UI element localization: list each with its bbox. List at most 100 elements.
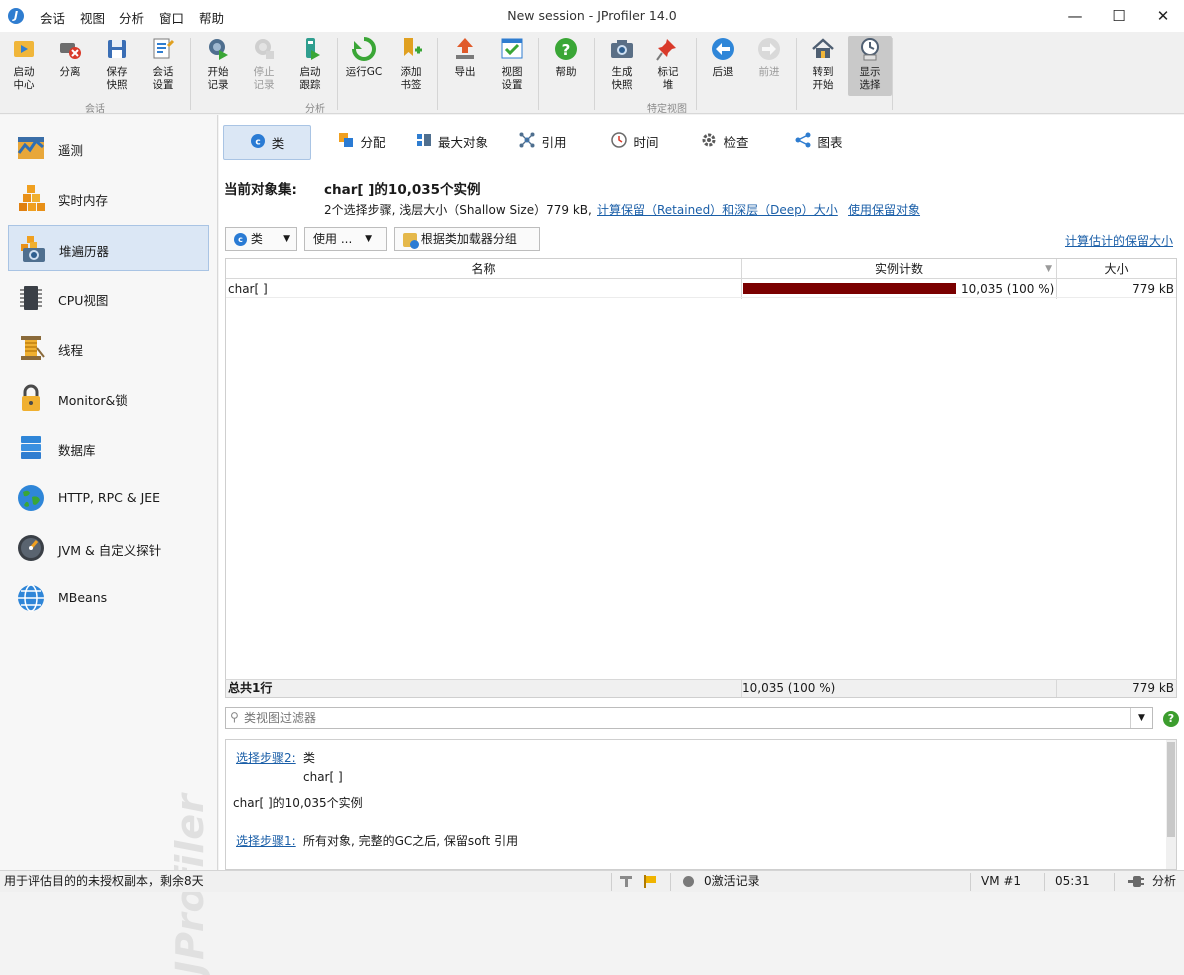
group-by-classloader-button[interactable]: 根据类加载器分组	[394, 227, 540, 251]
toolbar-button-help[interactable]: ? 帮助	[544, 36, 588, 79]
live-memory-icon	[16, 183, 46, 213]
mode-indicator[interactable]: 分析	[1152, 871, 1176, 892]
sidebar-item-live-memory[interactable]: 实时内存	[8, 175, 209, 221]
tab-label: 类	[271, 136, 285, 151]
toolbar-button-session-settings[interactable]: 会话 设置	[141, 36, 185, 92]
tab-allocation[interactable]: 分配	[322, 125, 402, 160]
compute-retained-link[interactable]: 计算保留（Retained）和深层（Deep）大小	[597, 201, 838, 218]
sidebar-item-label: CPU视图	[58, 293, 109, 308]
minimize-button[interactable]: —	[1052, 0, 1098, 32]
table-row[interactable]: char[ ] 10,035 (100 %) 779 kB	[226, 280, 1176, 298]
toolbar-button-stop-recording[interactable]: 停止 记录	[242, 36, 286, 92]
sidebar-item-gauge[interactable]: JVM & 自定义探针	[8, 525, 209, 571]
cpu-icon	[16, 283, 46, 313]
chevron-down-icon: ▼	[283, 234, 290, 244]
sidebar-item-label: 堆遍历器	[59, 244, 110, 259]
toolbar-button-forward[interactable]: 前进	[747, 36, 791, 79]
filter-dropdown-button[interactable]: ▼	[1130, 708, 1152, 728]
selection-steps-panel: 选择步骤2: 类 char[ ] char[ ]的10,035个实例 选择步骤1…	[225, 739, 1177, 870]
toolbar-separator	[892, 38, 893, 110]
tab-graph[interactable]: 图表	[779, 125, 859, 160]
home-icon	[810, 36, 836, 62]
toolbar-button-show-selection[interactable]: 显示 选择	[848, 36, 892, 96]
sidebar-item-telemetry[interactable]: 遥测	[8, 125, 209, 171]
class-table: 名称 实例计数 ▼ 大小 char[ ] 10,035 (100 %) 779 …	[225, 258, 1177, 698]
run-gc-icon	[351, 36, 377, 62]
help-icon[interactable]: ?	[1163, 711, 1179, 727]
tab-time[interactable]: 时间	[593, 125, 677, 160]
stop-recording-icon	[251, 36, 277, 62]
biggest-objects-icon	[416, 126, 432, 161]
status-separator	[970, 873, 971, 891]
steps-scrollbar-thumb[interactable]	[1167, 742, 1175, 837]
sidebar-item-cpu[interactable]: CPU视图	[8, 275, 209, 321]
total-label: 总共1行	[228, 681, 273, 695]
inspection-icon	[701, 126, 717, 161]
forward-icon	[756, 36, 782, 62]
license-text: 用于评估目的的未授权副本，剩余8天	[4, 874, 204, 888]
toolbar-button-view-settings[interactable]: 视图 设置	[490, 36, 534, 92]
column-header-size[interactable]: 大小	[1057, 259, 1176, 279]
use-retained-objects-link[interactable]: 使用保留对象	[848, 201, 920, 218]
sidebar-item-globe[interactable]: HTTP, RPC & JEE	[8, 475, 209, 521]
selection-step-1-link[interactable]: 选择步骤1:	[236, 832, 296, 849]
toolbar-button-save-snapshot[interactable]: 保存 快照	[95, 36, 139, 92]
toolbar-button-label: 后退	[712, 66, 734, 78]
calc-estimated-retained-link[interactable]: 计算估计的保留大小	[1065, 232, 1173, 249]
sidebar-item-mbeans-globe[interactable]: MBeans	[8, 575, 209, 621]
toolbar-button-pin[interactable]: 标记 堆	[646, 36, 690, 92]
toolbar-button-home[interactable]: 转到 开始	[801, 36, 845, 92]
tab-inspection[interactable]: 检查	[685, 125, 765, 160]
selection-step-2-link[interactable]: 选择步骤2:	[236, 749, 296, 766]
object-set-label: 当前对象集:	[224, 182, 297, 198]
toolbar-button-camera[interactable]: 生成 快照	[600, 36, 644, 92]
sidebar-item-database[interactable]: 数据库	[8, 425, 209, 471]
session-time: 05:31	[1055, 874, 1090, 888]
classloader-icon	[403, 232, 419, 249]
toolbar-button-start-recording[interactable]: 开始 记录	[196, 36, 240, 92]
status-separator	[1114, 873, 1115, 891]
database-icon	[16, 433, 46, 463]
flag-icon[interactable]	[643, 875, 657, 888]
column-header-count[interactable]: 实例计数 ▼	[742, 259, 1056, 279]
toolbar-button-detach[interactable]: 分离	[48, 36, 92, 79]
class-filter-box: ⚲ ▼	[225, 707, 1153, 729]
use-dropdown[interactable]: 使用 ... ▼	[304, 227, 387, 251]
mbeans-globe-icon	[16, 583, 46, 613]
window-title: New session - JProfiler 14.0	[507, 8, 677, 23]
toolbar-separator	[190, 38, 191, 110]
sidebar-item-label: 线程	[58, 343, 84, 358]
column-header-name[interactable]: 名称	[226, 259, 741, 279]
toolbar-group-label: 会话	[85, 104, 105, 115]
svg-text:?: ?	[562, 41, 571, 59]
tab-label: 最大对象	[437, 135, 488, 150]
tab-class[interactable]: c类	[223, 125, 311, 160]
toolbar-button-start-tracking[interactable]: 启动 跟踪	[288, 36, 332, 92]
toolbar-button-back[interactable]: 后退	[701, 36, 745, 79]
vm-indicator[interactable]: VM #1	[981, 871, 1021, 892]
active-recordings-text[interactable]: 0激活记录	[704, 871, 760, 892]
maximize-button[interactable]: ☐	[1096, 0, 1142, 32]
sidebar-item-heap-walker[interactable]: 堆遍历器	[8, 225, 209, 271]
steps-scrollbar[interactable]	[1166, 740, 1176, 869]
sidebar-item-threads[interactable]: 线程	[8, 325, 209, 371]
sidebar-item-lock[interactable]: Monitor&锁	[8, 375, 209, 421]
globe-icon	[16, 483, 46, 513]
count-bar-track	[743, 283, 956, 294]
class-dropdown[interactable]: c 类 ▼	[225, 227, 297, 251]
tools-icon[interactable]	[620, 875, 634, 888]
toolbar-button-export[interactable]: 导出	[443, 36, 487, 79]
status-separator	[1044, 873, 1045, 891]
toolbar-button-run-gc[interactable]: 运行GC	[342, 36, 386, 79]
toolbar-button-label: 标记 堆	[657, 66, 679, 91]
tab-biggest-objects[interactable]: 最大对象	[402, 125, 502, 160]
class-filter-input[interactable]	[244, 709, 1124, 727]
tab-label: 引用	[541, 135, 567, 150]
tab-references[interactable]: 引用	[507, 125, 579, 160]
lock-icon	[16, 383, 46, 413]
object-set-details: 2个选择步骤, 浅层大小（Shallow Size）779 kB,	[324, 203, 592, 217]
sidebar-item-label: MBeans	[58, 590, 108, 605]
toolbar-button-add-bookmark[interactable]: 添加 书签	[389, 36, 433, 92]
close-button[interactable]: ✕	[1140, 0, 1184, 32]
toolbar-button-launch-center[interactable]: 启动 中心	[2, 36, 46, 92]
